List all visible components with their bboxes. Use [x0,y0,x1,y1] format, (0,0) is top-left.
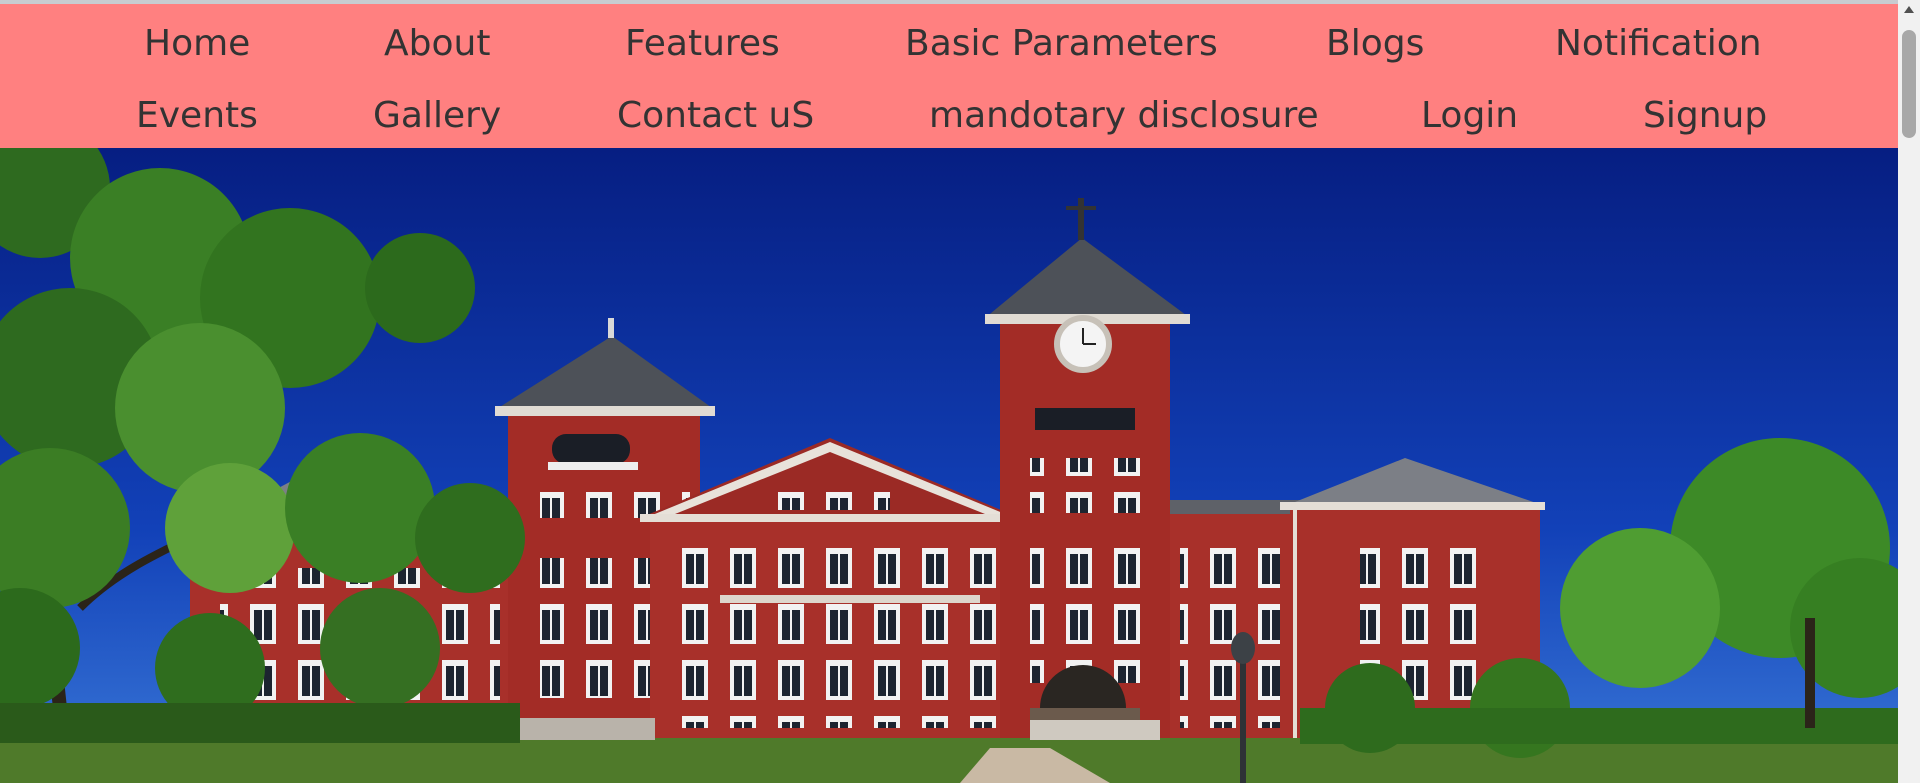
tower-steps [1030,720,1160,740]
hero-image [0,148,1898,783]
nav-contact-us[interactable]: Contact uS [617,94,814,138]
nav-login[interactable]: Login [1421,94,1518,138]
nav-notification[interactable]: Notification [1555,22,1762,66]
campus-building-illustration [0,148,1898,783]
front-steps [505,718,655,740]
nav-mandotary-disclosure[interactable]: mandotary disclosure [929,94,1319,138]
nav-events[interactable]: Events [136,94,258,138]
nav-about[interactable]: About [384,22,490,66]
nav-blogs[interactable]: Blogs [1326,22,1424,66]
nav-features[interactable]: Features [625,22,780,66]
nav-basic-parameters[interactable]: Basic Parameters [905,22,1218,66]
navbar: Home About Features Basic Parameters Blo… [0,4,1898,148]
scroll-up-arrow-icon[interactable] [1904,6,1914,13]
nav-home[interactable]: Home [144,22,250,66]
scrollbar[interactable] [1898,0,1920,783]
scroll-thumb[interactable] [1902,30,1916,138]
nav-signup[interactable]: Signup [1643,94,1767,138]
lawn [0,738,1898,783]
nav-gallery[interactable]: Gallery [373,94,501,138]
